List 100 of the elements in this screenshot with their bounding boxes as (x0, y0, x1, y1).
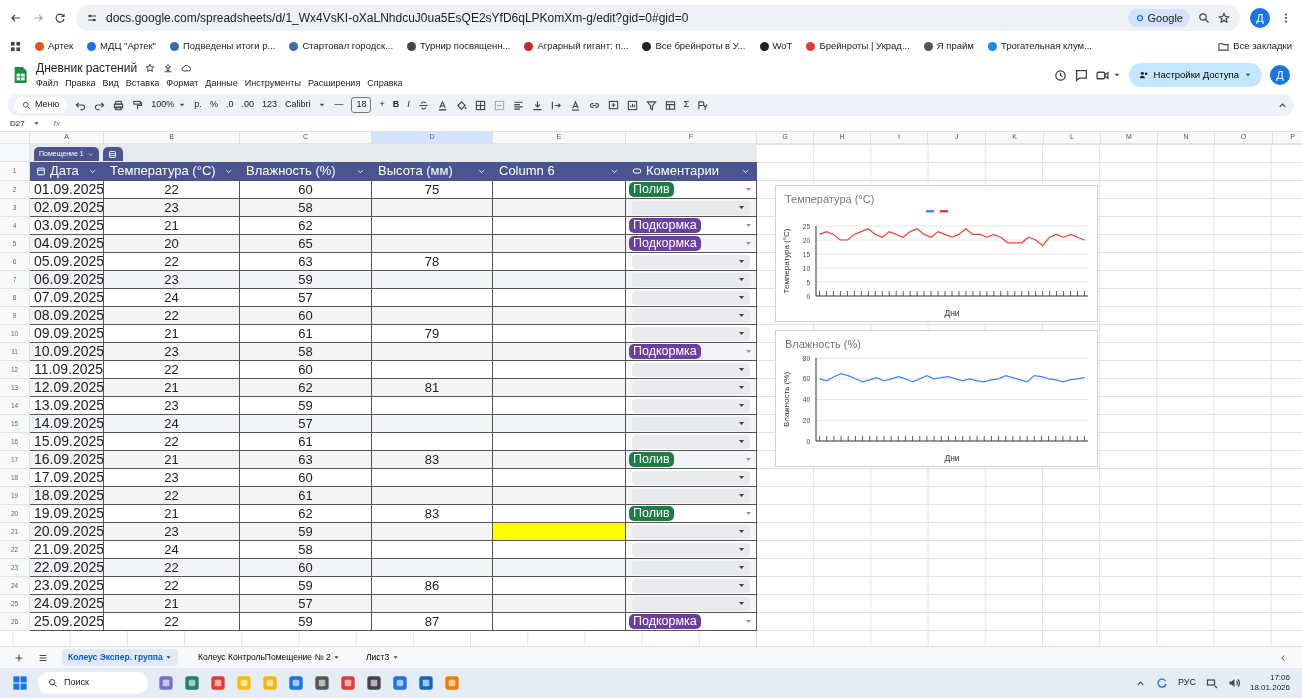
comment-chip[interactable]: Подкормка (629, 344, 701, 359)
comment-chip[interactable]: Подкормка (629, 614, 701, 629)
app-icon[interactable] (288, 675, 304, 691)
document-title[interactable]: Дневник растений (36, 59, 138, 78)
caret-icon[interactable] (318, 101, 327, 109)
comment-chip[interactable]: Подкормка (629, 236, 701, 251)
comment-chip[interactable]: Полив (629, 452, 674, 467)
font-size-field[interactable]: 18 (351, 97, 372, 113)
align-icon[interactable] (512, 99, 524, 111)
all-bookmarks[interactable]: Все закладки (1218, 38, 1292, 54)
clock-time[interactable]: 17:06 (1249, 673, 1290, 683)
taskbar-search[interactable]: Поиск (38, 672, 148, 694)
column-heading[interactable]: Дата (30, 162, 104, 181)
menu-item[interactable]: Инструменты (244, 77, 301, 91)
share-button[interactable]: Настройки Доступа (1128, 63, 1262, 87)
caret-icon[interactable] (178, 101, 187, 109)
reload-icon[interactable] (54, 12, 66, 24)
add-sheet-icon[interactable] (14, 652, 24, 663)
volume-icon[interactable] (1227, 677, 1240, 689)
app-icon[interactable] (418, 675, 434, 691)
column-heading[interactable]: Коментарии (626, 162, 757, 181)
sheet-tab[interactable]: Колеус Экспер. группа (62, 649, 179, 666)
bookmark[interactable]: Турнир посвященн... (407, 38, 511, 54)
back-icon[interactable] (10, 12, 22, 24)
paint-format-icon[interactable] (132, 99, 144, 111)
filter-icon[interactable] (645, 99, 657, 111)
rotate-icon[interactable] (569, 99, 581, 111)
table-menu-tab[interactable] (102, 147, 123, 161)
zoom-select[interactable]: 100% (151, 98, 175, 112)
apps-icon[interactable] (10, 40, 21, 52)
column-heading[interactable]: Column 6 (493, 162, 626, 181)
menu-item[interactable]: Справка (367, 77, 403, 91)
name-box[interactable]: D27 (10, 117, 25, 130)
app-icon[interactable] (210, 675, 226, 691)
dropdown-field[interactable] (632, 560, 750, 575)
bookmark[interactable]: МДЦ "Артек" (87, 38, 156, 54)
bookmark[interactable]: Все брейнроты в У... (642, 38, 746, 54)
bookmark[interactable]: Брейнроты | Украд... (806, 38, 910, 54)
python-icon[interactable] (697, 99, 709, 111)
dropdown-field[interactable] (632, 290, 750, 305)
clock-date[interactable]: 18.01.2026 (1249, 683, 1290, 693)
column-heading[interactable]: Влажность (%) (240, 162, 372, 181)
dropdown-field[interactable] (632, 434, 750, 449)
fill-color-icon[interactable] (455, 99, 467, 111)
sync-icon[interactable] (1155, 677, 1168, 689)
bookmark[interactable]: Аграрный гигант: п... (524, 38, 629, 54)
number-format-button[interactable]: 123 (261, 98, 277, 112)
comment-chip[interactable]: Полив (629, 182, 674, 197)
vertical-align-icon[interactable] (531, 99, 543, 111)
font-select[interactable]: Calibri (284, 98, 311, 112)
dropdown-field[interactable] (632, 542, 750, 557)
column-heading[interactable]: Высота (мм) (372, 162, 493, 181)
bold-button[interactable]: B (392, 98, 400, 112)
move-icon[interactable] (163, 63, 174, 74)
bookmark-star-icon[interactable] (1218, 12, 1230, 24)
site-settings-icon[interactable] (86, 12, 98, 24)
google-lens-chip[interactable]: Google (1127, 8, 1190, 28)
bookmark[interactable]: Трогательная клум... (987, 38, 1092, 54)
menu-item[interactable]: Правка (65, 77, 96, 91)
address-bar[interactable]: docs.google.com/spreadsheets/d/1_Wx4VsKI-oXaLNhdcuJ0ua5EsQE2sYfD6qLPKomXm-g/edit?gid=0#gid=0 Google (76, 5, 1240, 31)
dropdown-field[interactable] (632, 380, 750, 395)
dropdown-field[interactable] (632, 524, 750, 539)
views-icon[interactable] (664, 99, 676, 111)
decrease-size-button[interactable]: — (334, 98, 344, 112)
dropdown-field[interactable] (632, 398, 750, 413)
profile-avatar[interactable]: Д (1270, 65, 1290, 85)
wrap-icon[interactable] (550, 99, 562, 111)
menu-item[interactable]: Файл (36, 77, 59, 91)
dropdown-field[interactable] (632, 488, 750, 503)
menu-item[interactable]: Вид (102, 77, 119, 91)
star-icon[interactable] (145, 63, 156, 74)
dropdown-field[interactable] (632, 362, 750, 377)
comment-icon[interactable] (1074, 68, 1088, 82)
column-heading[interactable]: Температура (°C) (104, 162, 240, 181)
sheet-tab[interactable]: Лист3 (360, 649, 405, 666)
bookmark[interactable]: WoT (759, 38, 793, 54)
bookmark[interactable]: Стартовал городск... (289, 38, 394, 54)
windows-start-icon[interactable] (12, 675, 28, 691)
italic-button[interactable]: I (407, 98, 410, 112)
caret-icon[interactable] (1112, 71, 1121, 79)
print-icon[interactable] (113, 99, 125, 111)
dropdown-field[interactable] (632, 578, 750, 593)
increase-size-button[interactable]: + (379, 98, 385, 112)
history-icon[interactable] (1053, 68, 1067, 82)
decrease-decimal-button[interactable]: .0 (225, 98, 234, 112)
dropdown-field[interactable] (632, 200, 750, 215)
app-icon[interactable] (366, 675, 382, 691)
percent-button[interactable]: % (209, 98, 218, 112)
menu-search[interactable]: Меню (14, 97, 68, 113)
app-icon[interactable] (340, 675, 356, 691)
menu-item[interactable]: Расширения (307, 77, 361, 91)
sheet-tab[interactable]: Колеус КонтрольПомещение № 2 (192, 649, 346, 666)
bookmark[interactable]: Я прайм (923, 38, 974, 54)
dropdown-field[interactable] (632, 308, 750, 323)
dropdown-field[interactable] (632, 254, 750, 269)
bookmark[interactable]: Артек (35, 38, 74, 54)
borders-icon[interactable] (474, 99, 486, 111)
app-icon[interactable] (314, 675, 330, 691)
caret-icon[interactable] (32, 120, 40, 127)
chart-icon[interactable] (626, 99, 638, 111)
